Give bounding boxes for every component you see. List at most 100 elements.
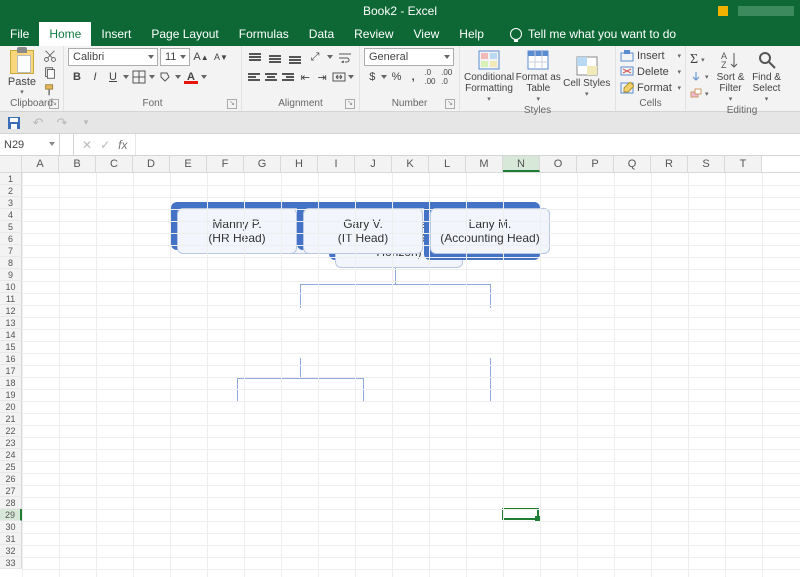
- align-top-button[interactable]: [246, 48, 264, 66]
- tab-data[interactable]: Data: [299, 22, 344, 46]
- row-header[interactable]: 7: [0, 245, 22, 257]
- column-header[interactable]: J: [355, 156, 392, 172]
- row-header[interactable]: 32: [0, 545, 22, 557]
- row-header[interactable]: 10: [0, 281, 22, 293]
- tab-insert[interactable]: Insert: [91, 22, 141, 46]
- underline-button[interactable]: U: [104, 68, 122, 86]
- row-header[interactable]: 21: [0, 413, 22, 425]
- row-header[interactable]: 29: [0, 509, 22, 521]
- column-header[interactable]: R: [651, 156, 688, 172]
- clear-button[interactable]: ▾: [690, 86, 709, 102]
- align-middle-button[interactable]: [266, 48, 284, 66]
- row-header[interactable]: 14: [0, 329, 22, 341]
- row-header[interactable]: 22: [0, 425, 22, 437]
- formula-input[interactable]: [136, 134, 800, 155]
- font-color-dropdown[interactable]: [200, 68, 208, 86]
- name-box[interactable]: N29: [0, 134, 60, 155]
- undo-button[interactable]: ↶: [30, 115, 46, 131]
- align-bottom-button[interactable]: [286, 48, 304, 66]
- row-header[interactable]: 12: [0, 305, 22, 317]
- format-painter-button[interactable]: [42, 83, 58, 97]
- column-header[interactable]: L: [429, 156, 466, 172]
- row-header[interactable]: 31: [0, 533, 22, 545]
- worksheet-grid[interactable]: ABCDEFGHIJKLMNOPQRST Monica Ferreras(Man…: [0, 156, 800, 577]
- font-launcher[interactable]: ↘: [227, 99, 237, 109]
- number-launcher[interactable]: ↘: [445, 99, 455, 109]
- row-header[interactable]: 18: [0, 377, 22, 389]
- alignment-launcher[interactable]: ↘: [345, 99, 355, 109]
- fill-color-button[interactable]: [156, 68, 174, 86]
- align-left-button[interactable]: [246, 68, 263, 86]
- org-node[interactable]: Gary V.(IT Head): [303, 208, 423, 254]
- column-header[interactable]: O: [540, 156, 577, 172]
- fill-button[interactable]: ▾: [690, 69, 709, 85]
- column-header[interactable]: M: [466, 156, 503, 172]
- fx-icon[interactable]: fx: [118, 138, 127, 152]
- column-header[interactable]: K: [392, 156, 429, 172]
- bold-button[interactable]: B: [68, 68, 86, 86]
- row-header[interactable]: 3: [0, 197, 22, 209]
- row-header[interactable]: 6: [0, 233, 22, 245]
- tab-home[interactable]: Home: [39, 22, 91, 46]
- font-name-combo[interactable]: Calibri: [68, 48, 158, 66]
- row-header[interactable]: 5: [0, 221, 22, 233]
- align-right-button[interactable]: [280, 68, 297, 86]
- find-select-button[interactable]: Find & Select▾: [749, 48, 785, 105]
- comma-button[interactable]: ,: [405, 68, 422, 86]
- select-all-corner[interactable]: [0, 156, 22, 172]
- borders-button[interactable]: [130, 68, 148, 86]
- row-header[interactable]: 2: [0, 185, 22, 197]
- font-color-button[interactable]: A: [182, 68, 200, 86]
- cancel-formula-icon[interactable]: ✕: [82, 138, 92, 152]
- row-header[interactable]: 33: [0, 557, 22, 569]
- font-size-combo[interactable]: 11: [160, 48, 190, 66]
- increase-indent-button[interactable]: ⇥: [314, 68, 331, 86]
- tab-help[interactable]: Help: [449, 22, 494, 46]
- merge-center-button[interactable]: [331, 68, 348, 86]
- qat-customize[interactable]: ▾: [78, 115, 94, 131]
- format-cells-button[interactable]: Format▾: [620, 80, 681, 96]
- tab-review[interactable]: Review: [344, 22, 403, 46]
- column-header[interactable]: C: [96, 156, 133, 172]
- tab-formulas[interactable]: Formulas: [229, 22, 299, 46]
- column-header[interactable]: G: [244, 156, 281, 172]
- row-header[interactable]: 25: [0, 461, 22, 473]
- column-header[interactable]: B: [59, 156, 96, 172]
- row-header[interactable]: 19: [0, 389, 22, 401]
- column-header[interactable]: F: [207, 156, 244, 172]
- row-header[interactable]: 15: [0, 341, 22, 353]
- org-node[interactable]: Manny P.(HR Head): [177, 208, 297, 254]
- column-header[interactable]: E: [170, 156, 207, 172]
- row-header[interactable]: 9: [0, 269, 22, 281]
- row-header[interactable]: 20: [0, 401, 22, 413]
- column-header[interactable]: N: [503, 156, 540, 172]
- row-header[interactable]: 16: [0, 353, 22, 365]
- autosum-button[interactable]: Σ▾: [690, 52, 709, 68]
- column-header[interactable]: P: [577, 156, 614, 172]
- column-header[interactable]: H: [281, 156, 318, 172]
- cell-styles-button[interactable]: Cell Styles▾: [563, 54, 611, 100]
- row-header[interactable]: 13: [0, 317, 22, 329]
- currency-button[interactable]: $: [364, 68, 381, 86]
- enter-formula-icon[interactable]: ✓: [100, 138, 110, 152]
- row-header[interactable]: 17: [0, 365, 22, 377]
- save-button[interactable]: [6, 115, 22, 131]
- copy-button[interactable]: [42, 66, 58, 80]
- format-as-table-button[interactable]: Format as Table▾: [514, 48, 562, 105]
- row-header[interactable]: 11: [0, 293, 22, 305]
- number-format-combo[interactable]: General: [364, 48, 454, 66]
- currency-dropdown[interactable]: [381, 68, 388, 86]
- align-center-button[interactable]: [263, 68, 280, 86]
- increase-font-button[interactable]: A▲: [192, 48, 210, 66]
- increase-decimal-button[interactable]: .0.00: [422, 68, 439, 86]
- decrease-decimal-button[interactable]: .00.0: [438, 68, 455, 86]
- column-header[interactable]: A: [22, 156, 59, 172]
- clipboard-launcher[interactable]: ↘: [49, 99, 59, 109]
- row-header[interactable]: 24: [0, 449, 22, 461]
- italic-button[interactable]: I: [86, 68, 104, 86]
- row-header[interactable]: 28: [0, 497, 22, 509]
- column-header[interactable]: Q: [614, 156, 651, 172]
- tab-view[interactable]: View: [404, 22, 450, 46]
- orientation-dropdown[interactable]: [326, 48, 334, 66]
- fill-color-dropdown[interactable]: [174, 68, 182, 86]
